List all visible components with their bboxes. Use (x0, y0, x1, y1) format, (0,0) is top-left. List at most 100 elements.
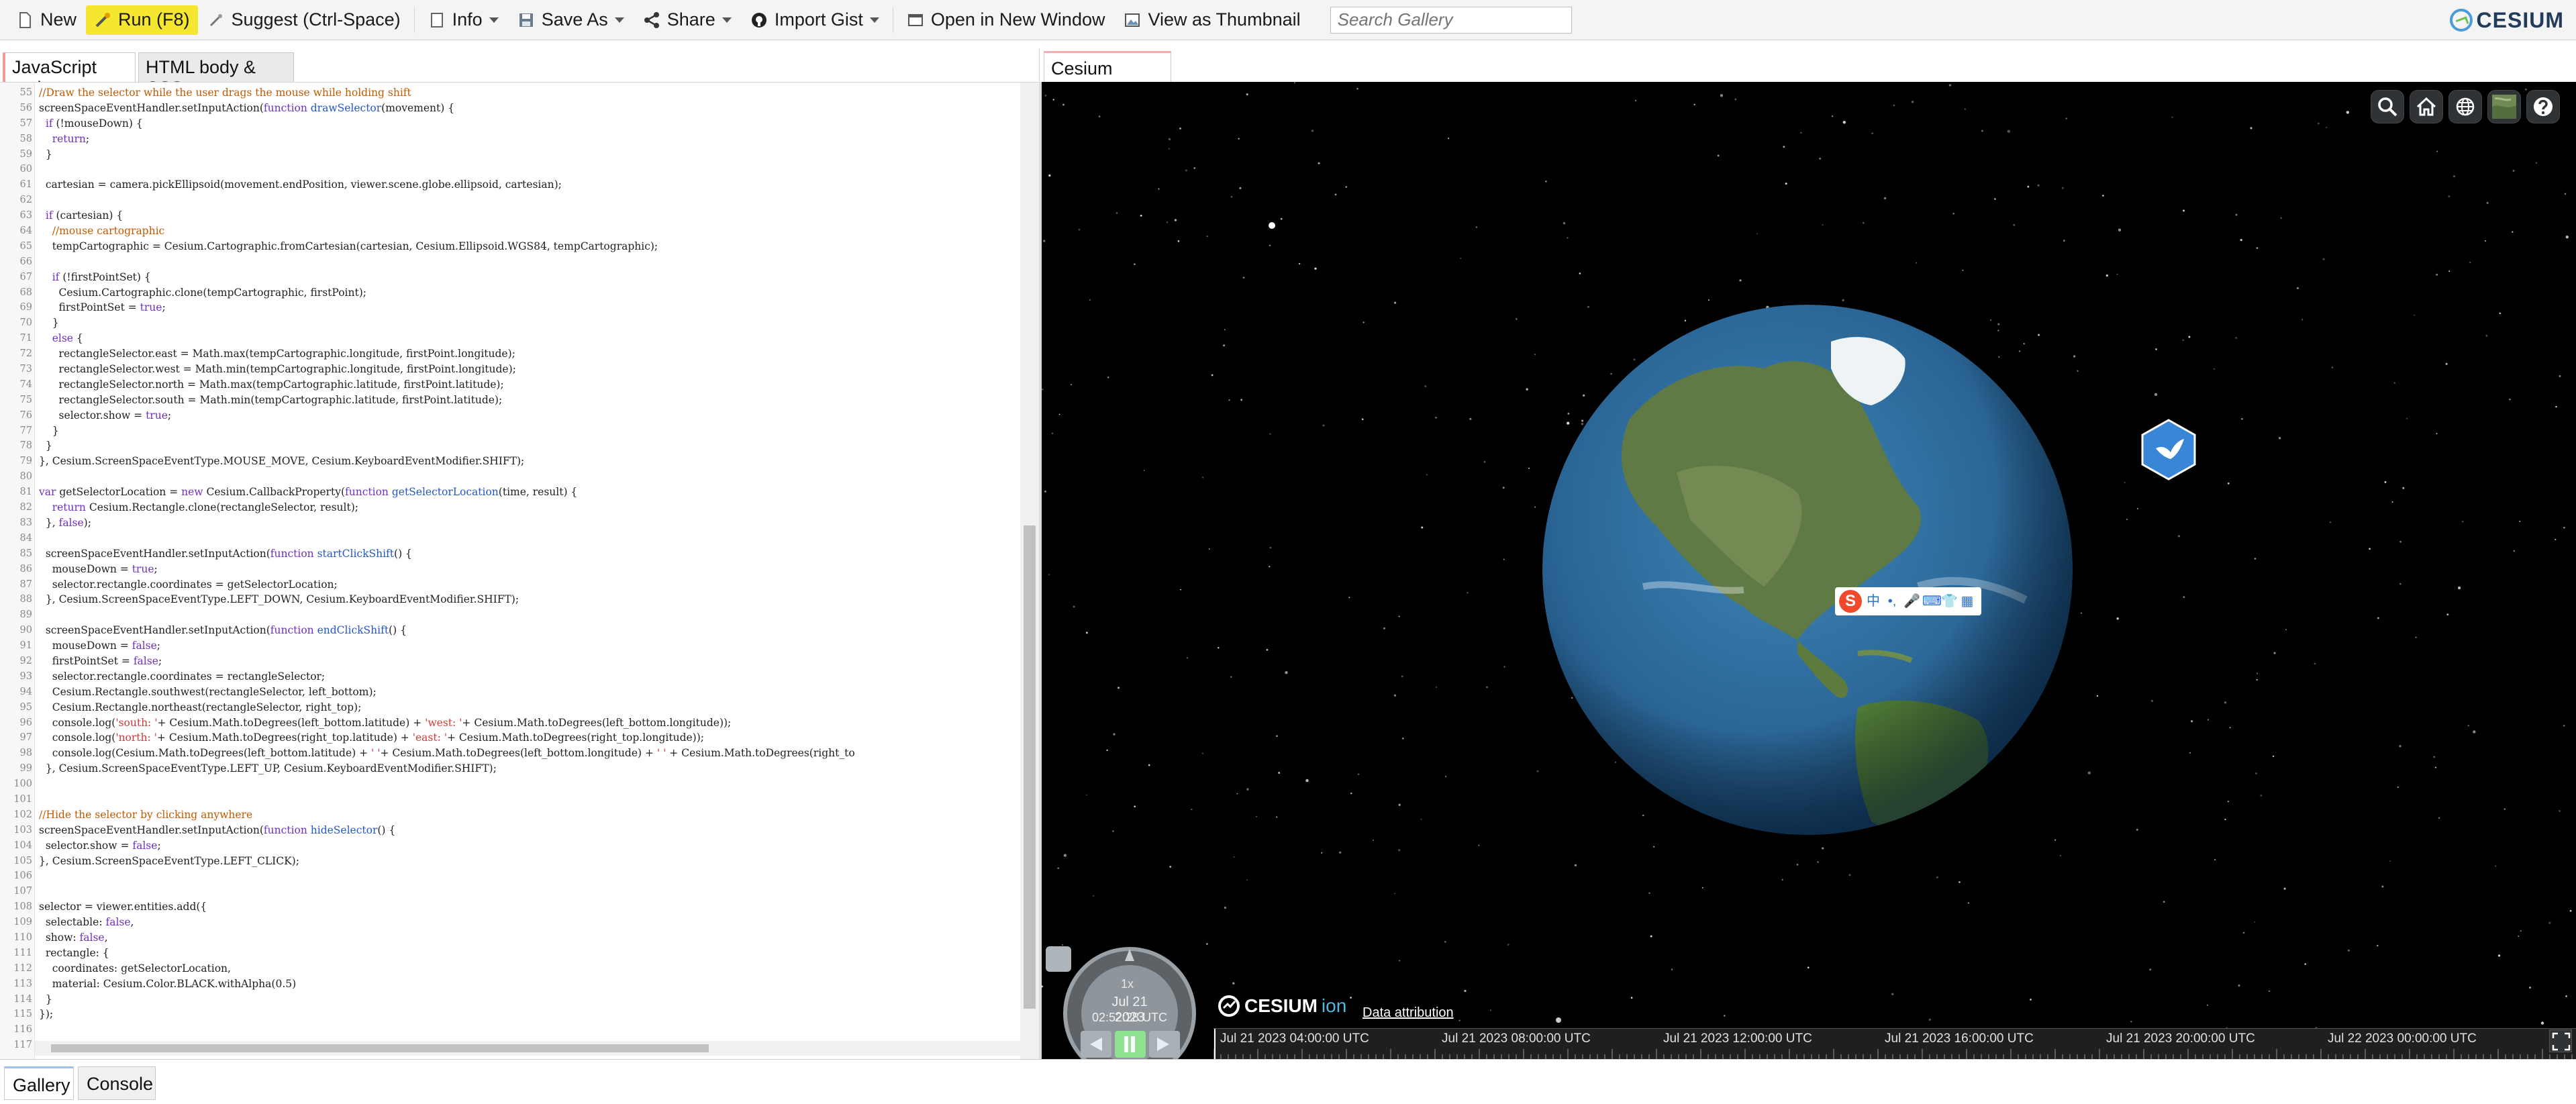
save-as-button[interactable]: Save As (508, 5, 634, 35)
ime-skin-icon[interactable]: 👕 (1941, 594, 1958, 609)
editor-horizontal-scrollbar[interactable] (35, 1041, 1020, 1056)
line-number: 78 (19, 440, 32, 452)
timeline-label: Jul 22 2023 00:00:00 UTC (2328, 1032, 2477, 1046)
code-text: } (39, 317, 59, 330)
scrollbar-thumb[interactable] (1024, 525, 1036, 1009)
line-number: 75 (19, 394, 32, 405)
home-button[interactable] (2410, 90, 2443, 123)
open-new-window-button[interactable]: Open in New Window (897, 5, 1115, 35)
ime-input-toolbar[interactable]: S 中 •, 🎤 ⌨ 👕 ▦ (1835, 587, 1981, 615)
cesium-logo[interactable]: CESIUM (2449, 5, 2564, 35)
info-button[interactable]: Info (419, 5, 508, 35)
animation-widget[interactable]: 1x Jul 21 2023 02:52:28 UTC (1046, 946, 1213, 1059)
code-line: 72 rectangleSelector.east = Math.max(tem… (0, 346, 1020, 362)
code-text: } (39, 148, 52, 160)
tab-javascript-code[interactable]: JavaScript code (3, 52, 136, 98)
ime-keyboard-icon[interactable]: ⌨ (1922, 594, 1942, 609)
line-number: 65 (19, 240, 32, 252)
line-number: 117 (13, 1040, 32, 1051)
editor-vertical-scrollbar[interactable] (1020, 83, 1039, 1059)
code-text: Cesium.Cartographic.clone(tempCartograph… (39, 286, 366, 299)
geocoder-search-button[interactable] (2371, 90, 2404, 123)
line-number: 103 (13, 824, 32, 836)
code-text: selector.show = true; (39, 409, 172, 421)
code-text: }, Cesium.ScreenSpaceEventType.LEFT_UP, … (39, 762, 497, 775)
line-number: 94 (19, 686, 32, 697)
view-as-thumbnail-button[interactable]: View as Thumbnail (1114, 5, 1309, 35)
line-number: 90 (19, 625, 32, 636)
search-gallery-input[interactable] (1330, 6, 1572, 34)
code-line: 105}, Cesium.ScreenSpaceEventType.LEFT_C… (0, 854, 1020, 869)
code-text: } (39, 424, 59, 437)
code-text: selector = viewer.entities.add({ (39, 901, 207, 913)
code-line: 74 rectangleSelector.north = Math.max(te… (0, 377, 1020, 393)
bottom-panel-tabs: Gallery Console (0, 1059, 2576, 1104)
line-number: 113 (13, 978, 32, 989)
ime-microphone-icon[interactable]: 🎤 (1903, 594, 1920, 609)
scrollbar-thumb[interactable] (51, 1044, 709, 1052)
code-line: 73 rectangleSelector.west = Math.min(tem… (0, 362, 1020, 377)
line-number: 102 (13, 809, 32, 820)
code-line: 95 Cesium.Rectangle.northeast(rectangleS… (0, 700, 1020, 715)
code-editor[interactable]: 55 //Draw the selector while the user dra… (0, 82, 1039, 1059)
cesium-viewer[interactable]: S 中 •, 🎤 ⌨ 👕 ▦ 1x Jul 21 2023 02:52:28 U… (1039, 82, 2576, 1059)
tab-console[interactable]: Console (78, 1066, 156, 1100)
code-text: return Cesium.Rectangle.clone(rectangleS… (52, 501, 358, 514)
code-text: }, false); (39, 516, 91, 529)
code-line: 75 rectangleSelector.south = Math.min(te… (0, 393, 1020, 408)
code-text: rectangleSelector.west = Math.min(tempCa… (39, 363, 516, 376)
tab-gallery[interactable]: Gallery (4, 1066, 74, 1100)
ime-chinese-mode-icon[interactable]: 中 (1866, 594, 1881, 609)
earth-globe[interactable] (1542, 305, 2073, 835)
code-line: 65 tempCartographic = Cesium.Cartographi… (0, 239, 1020, 254)
scene-mode-button[interactable] (2448, 90, 2482, 123)
ime-punctuation-icon[interactable]: •, (1885, 594, 1899, 609)
code-line: 107 (0, 884, 1020, 899)
globe-icon (2456, 97, 2475, 116)
code-line: 64 //mouse cartographic (0, 223, 1020, 239)
cesium-ion-credit-logo[interactable]: CESIUM ion (1218, 995, 1346, 1017)
tab-cesium-version[interactable]: Cesium 1.107.1 (1044, 51, 1171, 99)
timeline[interactable]: Jul 21 2023 04:00:00 UTC Jul 21 2023 08:0… (1213, 1028, 2576, 1059)
code-text: cartesian = camera.pickEllipsoid(movemen… (39, 179, 562, 191)
line-number: 115 (13, 1009, 32, 1020)
line-number: 88 (19, 594, 32, 605)
line-number: 82 (19, 502, 32, 513)
code-line: 85 screenSpaceEventHandler.setInputActio… (0, 546, 1020, 562)
line-number: 116 (13, 1024, 32, 1036)
info-button-label: Info (452, 9, 483, 30)
share-button[interactable]: Share (634, 5, 741, 35)
chevron-down-icon (869, 17, 879, 23)
bird-marker-icon[interactable] (2141, 419, 2196, 484)
code-text: firstPointSet = true; (39, 301, 166, 314)
line-number: 95 (19, 701, 32, 713)
new-button[interactable]: New (7, 5, 86, 35)
ime-toolbox-icon[interactable]: ▦ (1960, 594, 1975, 609)
new-button-label: New (40, 9, 77, 30)
line-number: 98 (19, 748, 32, 759)
suggest-button[interactable]: Suggest (Ctrl-Space) (198, 5, 410, 35)
code-text: //mouse cartographic (39, 225, 165, 238)
credit-ion-text: ion (1321, 995, 1347, 1016)
editor-tabs: JavaScript code HTML body & CSS (0, 48, 1039, 98)
fullscreen-button[interactable] (2549, 1030, 2572, 1052)
line-number: 63 (19, 210, 32, 221)
code-text: mouseDown = true; (39, 562, 158, 575)
code-line: 63 if (cartesian) { (0, 208, 1020, 223)
data-attribution-link[interactable]: Data attribution (1363, 1005, 1454, 1021)
code-text: firstPointSet = false; (39, 654, 162, 667)
save-icon (517, 11, 535, 29)
tab-html-body-css[interactable]: HTML body & CSS (138, 52, 294, 98)
import-gist-button[interactable]: Import Gist (741, 5, 889, 35)
code-text: show: false, (39, 931, 108, 944)
base-layer-picker-button[interactable] (2487, 90, 2521, 123)
line-number: 114 (13, 993, 32, 1005)
navigation-help-button[interactable] (2526, 90, 2560, 123)
code-text: if (cartesian) { (45, 209, 123, 222)
code-text: console.log(Cesium.Math.toDegrees(left_b… (39, 747, 855, 760)
run-button[interactable]: Run (F8) (86, 5, 198, 35)
code-text: //Hide the selector by clicking anywhere (39, 808, 253, 821)
animation-speed: 1x (1121, 977, 1134, 991)
code-line: 102 //Hide the selector by clicking anywh… (0, 807, 1020, 823)
code-line: 110 show: false, (0, 930, 1020, 946)
